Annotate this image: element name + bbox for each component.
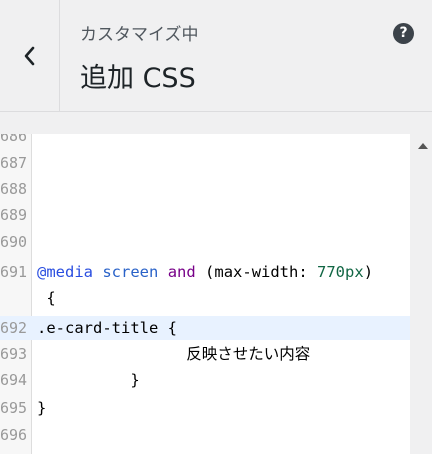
- line-number: 695: [0, 399, 28, 417]
- code-text: @media screen and (max-width: 770px): [37, 260, 373, 284]
- code-line[interactable]: 686: [0, 134, 410, 148]
- code-text: .e-card-title {: [37, 319, 177, 337]
- code-text: }: [37, 371, 140, 389]
- code-token-number: 770px: [317, 263, 364, 281]
- code-line[interactable]: 691 @media screen and (max-width: 770px): [0, 260, 410, 284]
- code-line[interactable]: 688: [0, 177, 410, 201]
- help-icon[interactable]: ?: [393, 23, 414, 44]
- code-line[interactable]: 693 反映させたい内容: [0, 342, 410, 366]
- code-token-text: (max-width:: [205, 263, 318, 281]
- css-code-editor[interactable]: 686 687 688 689 690 691 @media screen an…: [0, 134, 410, 454]
- code-text: }: [37, 399, 47, 417]
- line-number: 687: [0, 154, 28, 172]
- line-number: 691: [0, 263, 28, 281]
- code-token-at-rule: @media: [37, 263, 93, 281]
- line-number: 696: [0, 426, 28, 444]
- code-line[interactable]: 696: [0, 423, 410, 447]
- code-line[interactable]: 689: [0, 203, 410, 227]
- line-number: 692: [0, 319, 28, 337]
- code-line[interactable]: {: [0, 286, 410, 310]
- code-line[interactable]: 687: [0, 151, 410, 175]
- code-line[interactable]: 694 }: [0, 368, 410, 392]
- line-number: 689: [0, 206, 28, 224]
- scroll-up-arrow-icon[interactable]: [418, 143, 428, 149]
- code-line-active[interactable]: 692 .e-card-title {: [0, 316, 410, 340]
- code-text: 反映させたい内容: [37, 345, 311, 363]
- editor-scrollbar[interactable]: [410, 134, 432, 454]
- code-line[interactable]: 690: [0, 230, 410, 254]
- line-number: 686: [0, 134, 28, 145]
- customizer-header: カスタマイズ中 追加 CSS ?: [0, 0, 432, 112]
- customizing-label: カスタマイズ中: [80, 25, 199, 45]
- chevron-left-icon: [24, 46, 34, 65]
- line-number: 693: [0, 345, 28, 363]
- line-number: 690: [0, 233, 28, 251]
- code-token-keyword: screen: [102, 263, 159, 281]
- panel-title: 追加 CSS: [80, 63, 196, 94]
- code-text: {: [37, 289, 56, 307]
- line-number: 694: [0, 371, 28, 389]
- code-line[interactable]: 695 }: [0, 396, 410, 420]
- code-token-text: ): [363, 263, 374, 281]
- code-token-operator: and: [167, 263, 196, 281]
- line-number: 688: [0, 180, 28, 198]
- back-button[interactable]: [0, 0, 60, 111]
